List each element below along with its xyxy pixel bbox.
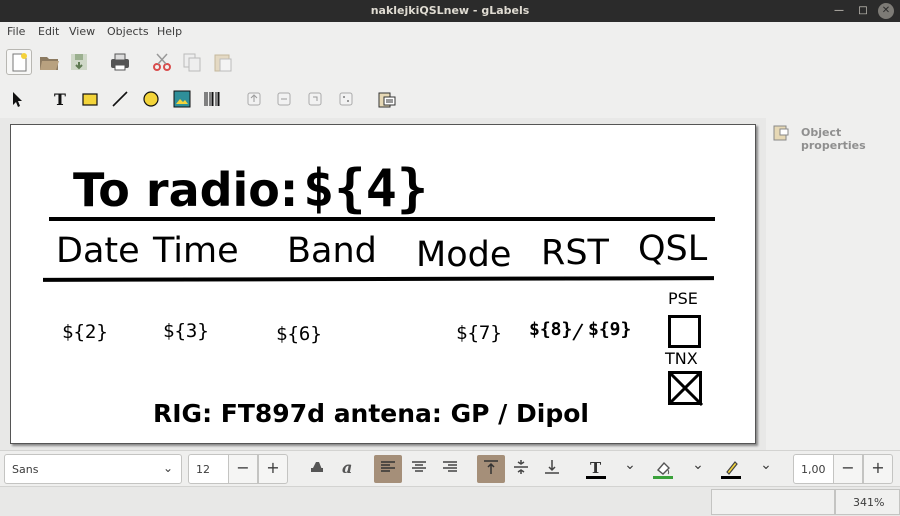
rotate-object-icon[interactable] xyxy=(303,87,327,111)
label-canvas[interactable]: To radio: ${4} Date Time Band Mode RST Q… xyxy=(10,124,756,444)
line-tool-icon[interactable] xyxy=(108,87,132,111)
barcode-tool-icon[interactable] xyxy=(200,87,224,111)
object-properties-label: Object properties xyxy=(801,126,866,152)
font-size-decrease-button[interactable]: − xyxy=(228,454,258,484)
title-field[interactable]: ${4} xyxy=(303,159,428,219)
font-family-value: Sans xyxy=(12,463,39,476)
text-color-icon[interactable]: T xyxy=(583,455,609,483)
line-width-input[interactable]: 1,00 xyxy=(793,454,834,484)
menu-edit[interactable]: Edit xyxy=(38,25,59,38)
header-line-top[interactable] xyxy=(49,217,715,221)
merge-properties-icon[interactable] xyxy=(375,87,399,111)
align-right-icon[interactable] xyxy=(437,455,463,483)
object-properties-icon xyxy=(772,123,792,143)
font-size-value: 12 xyxy=(196,463,210,476)
header-date[interactable]: Date xyxy=(56,231,140,271)
font-size-increase-button[interactable]: + xyxy=(258,454,288,484)
align-left-icon[interactable] xyxy=(374,455,402,483)
line-width-decrease-button[interactable]: − xyxy=(833,454,863,484)
tnx-checkbox-checked[interactable] xyxy=(668,371,704,407)
field-date[interactable]: ${2} xyxy=(62,321,108,343)
save-icon[interactable] xyxy=(67,50,91,74)
minimize-icon[interactable]: — xyxy=(831,3,847,19)
print-icon[interactable] xyxy=(108,50,132,74)
field-rst-separator[interactable]: / xyxy=(571,320,583,346)
zoom-value: 341% xyxy=(853,496,885,509)
drawing-toolbar: T xyxy=(0,82,900,118)
copy-icon[interactable] xyxy=(180,50,204,74)
valign-top-icon[interactable] xyxy=(477,455,505,483)
title-bar: naklejkiQSLnew - gLabels — □ ✕ xyxy=(0,0,900,22)
box-tool-icon[interactable] xyxy=(78,87,102,111)
arrow-select-icon[interactable] xyxy=(5,87,29,111)
menu-view[interactable]: View xyxy=(69,25,95,38)
header-line-bottom[interactable] xyxy=(42,276,715,282)
close-icon[interactable]: ✕ xyxy=(878,3,894,19)
text-color-dropdown-icon[interactable]: ⌄ xyxy=(617,457,643,485)
paste-icon[interactable] xyxy=(211,50,235,74)
header-band[interactable]: Band xyxy=(287,231,377,271)
text-tool-icon[interactable]: T xyxy=(47,87,71,111)
property-bar: Sans ⌄ 12 − + a T ⌄ ⌄ ⌄ 1,00 − + xyxy=(0,450,900,486)
line-width-increase-button[interactable]: + xyxy=(863,454,893,484)
main-toolbar xyxy=(0,42,900,82)
line-color-dropdown-icon[interactable]: ⌄ xyxy=(753,457,779,485)
object-properties-panel: Object properties xyxy=(766,118,900,450)
zoom-field: 341% xyxy=(835,489,900,515)
image-tool-icon[interactable] xyxy=(170,87,194,111)
field-band[interactable]: ${6} xyxy=(276,323,322,345)
valign-middle-icon[interactable] xyxy=(508,455,534,483)
svg-text:T: T xyxy=(54,90,66,109)
pse-label[interactable]: PSE xyxy=(668,289,698,308)
pse-checkbox[interactable] xyxy=(668,315,701,348)
tnx-label[interactable]: TNX xyxy=(665,349,698,368)
field-rst-recv[interactable]: ${9} xyxy=(588,319,631,340)
field-time[interactable]: ${3} xyxy=(163,320,209,342)
field-mode[interactable]: ${7} xyxy=(456,322,502,344)
line-width-value: 1,00 xyxy=(801,463,826,476)
open-icon[interactable] xyxy=(37,50,61,74)
new-icon[interactable] xyxy=(6,49,32,75)
chevron-down-icon: ⌄ xyxy=(162,461,173,475)
svg-text:T: T xyxy=(590,459,602,477)
fill-color-icon[interactable] xyxy=(650,455,676,483)
fill-color-dropdown-icon[interactable]: ⌄ xyxy=(685,457,711,485)
cut-icon[interactable] xyxy=(150,50,174,74)
title-text[interactable]: To radio: xyxy=(73,163,298,217)
lower-object-icon[interactable] xyxy=(272,87,296,111)
header-time[interactable]: Time xyxy=(153,231,239,271)
text-color-swatch xyxy=(586,476,606,479)
ellipse-tool-icon[interactable] xyxy=(139,87,163,111)
fill-color-swatch xyxy=(653,476,673,479)
window-title: naklejkiQSLnew - gLabels xyxy=(370,4,530,17)
line-color-swatch xyxy=(721,476,741,479)
menu-objects[interactable]: Objects xyxy=(107,25,149,38)
maximize-icon[interactable]: □ xyxy=(855,3,871,19)
field-rst-sent[interactable]: ${8} xyxy=(529,319,572,340)
svg-text:a: a xyxy=(342,458,352,476)
canvas: To radio: ${4} Date Time Band Mode RST Q… xyxy=(0,118,766,450)
menu-bar: File Edit View Objects Help xyxy=(0,22,900,42)
italic-icon[interactable]: a xyxy=(335,455,361,483)
header-rst[interactable]: RST xyxy=(541,233,609,273)
status-bar: 341% xyxy=(0,486,900,516)
header-qsl[interactable]: QSL xyxy=(638,229,707,269)
align-center-icon[interactable] xyxy=(406,455,432,483)
bold-icon[interactable] xyxy=(304,455,330,483)
menu-file[interactable]: File xyxy=(7,25,25,38)
flip-object-icon[interactable] xyxy=(334,87,358,111)
cursor-position-field xyxy=(711,489,835,515)
raise-object-icon[interactable] xyxy=(242,87,266,111)
valign-bottom-icon[interactable] xyxy=(539,455,565,483)
line-color-icon[interactable] xyxy=(718,455,744,483)
menu-help[interactable]: Help xyxy=(157,25,182,38)
font-size-input[interactable]: 12 xyxy=(188,454,229,484)
header-mode[interactable]: Mode xyxy=(416,235,511,275)
footer-rig-text[interactable]: RIG: FT897d antena: GP / Dipol xyxy=(153,399,589,428)
font-family-select[interactable]: Sans ⌄ xyxy=(4,454,182,484)
